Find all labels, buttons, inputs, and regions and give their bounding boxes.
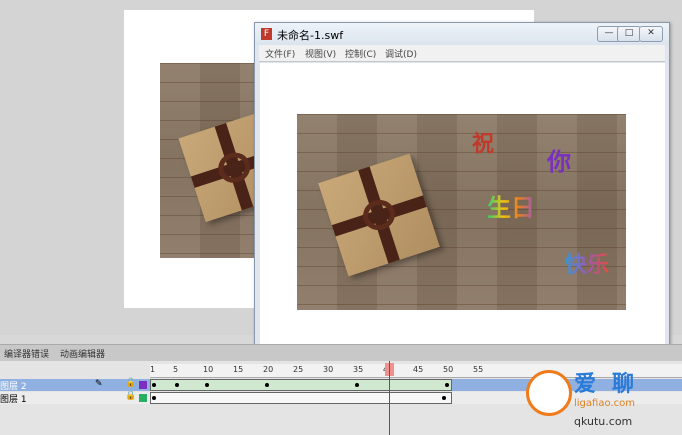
panel-tabs: 编译器错误 动画编辑器 (0, 344, 682, 361)
ruler-tick: 10 (203, 365, 214, 374)
greeting-birthday: 生日 (487, 188, 535, 223)
ruler-tick: 55 (473, 365, 484, 374)
keyframe-marker[interactable] (355, 383, 359, 387)
keyframe-marker[interactable] (265, 383, 269, 387)
tab-compiler-errors[interactable]: 编译器错误 (4, 347, 49, 360)
watermark-char-1: 爱 (574, 372, 597, 397)
keyframe-marker[interactable] (152, 396, 156, 400)
ruler-tick: 15 (233, 365, 244, 374)
ruler-tick: 50 (443, 365, 454, 374)
pencil-icon[interactable]: ✎ (95, 379, 103, 389)
swf-gift-photo: 祝 你 生日 快乐 (297, 114, 626, 310)
ruler-tick: 20 (263, 365, 274, 374)
greeting-happy: 快乐 (565, 247, 609, 279)
keyframe-marker[interactable] (152, 383, 156, 387)
layer-name[interactable]: 图层 1 (0, 392, 27, 405)
watermark-logo-icon (526, 370, 572, 416)
window-title: 未命名-1.swf (277, 29, 344, 42)
greeting-char-1: 祝 (472, 131, 495, 157)
lock-icon[interactable]: 🔒 (125, 378, 136, 388)
close-button[interactable]: ✕ (639, 26, 663, 42)
ruler-tick: 30 (323, 365, 334, 374)
keyframe-marker[interactable] (175, 383, 179, 387)
ruler-tick: 1 (150, 365, 156, 374)
title-bar[interactable]: F 未命名-1.swf — □ ✕ (255, 23, 669, 45)
ruler-tick: 45 (413, 365, 424, 374)
menu-file[interactable]: 文件(F) (265, 47, 295, 60)
ruler-tick: 35 (353, 365, 364, 374)
menu-bar: 文件(F) 视图(V) 控制(C) 调试(D) (259, 45, 665, 62)
maximize-button[interactable]: □ (617, 26, 641, 42)
keyframe-marker[interactable] (205, 383, 209, 387)
flash-app-icon: F (261, 28, 272, 40)
layer-1-frames[interactable] (150, 392, 452, 404)
watermark-url: ligafiao.com (574, 398, 635, 409)
swf-player-window[interactable]: F 未命名-1.swf — □ ✕ 文件(F) 视图(V) 控制(C) 调试(D… (254, 22, 670, 364)
watermark: 爱 聊 ligafiao.com qkutu.com (520, 360, 682, 435)
outline-color-swatch[interactable] (139, 394, 147, 402)
keyframe-marker[interactable] (442, 396, 446, 400)
layer-2-frames[interactable] (150, 379, 452, 391)
menu-control[interactable]: 控制(C) (345, 47, 376, 60)
ruler-tick: 25 (293, 365, 304, 374)
tab-motion-editor[interactable]: 动画编辑器 (60, 347, 105, 360)
gift-box (318, 153, 440, 277)
watermark-char-2: 聊 (612, 372, 635, 397)
menu-view[interactable]: 视图(V) (305, 47, 336, 60)
outline-color-swatch[interactable] (139, 381, 147, 389)
lock-icon[interactable]: 🔒 (125, 391, 136, 401)
watermark-site: qkutu.com (574, 415, 633, 428)
swf-canvas: 祝 你 生日 快乐 (260, 63, 665, 359)
keyframe-marker[interactable] (445, 383, 449, 387)
menu-debug[interactable]: 调试(D) (385, 47, 417, 60)
ruler-tick: 5 (173, 365, 179, 374)
layer-name[interactable]: 图层 2 (0, 379, 27, 392)
playhead[interactable] (389, 361, 390, 435)
greeting-char-2: 你 (547, 147, 571, 176)
